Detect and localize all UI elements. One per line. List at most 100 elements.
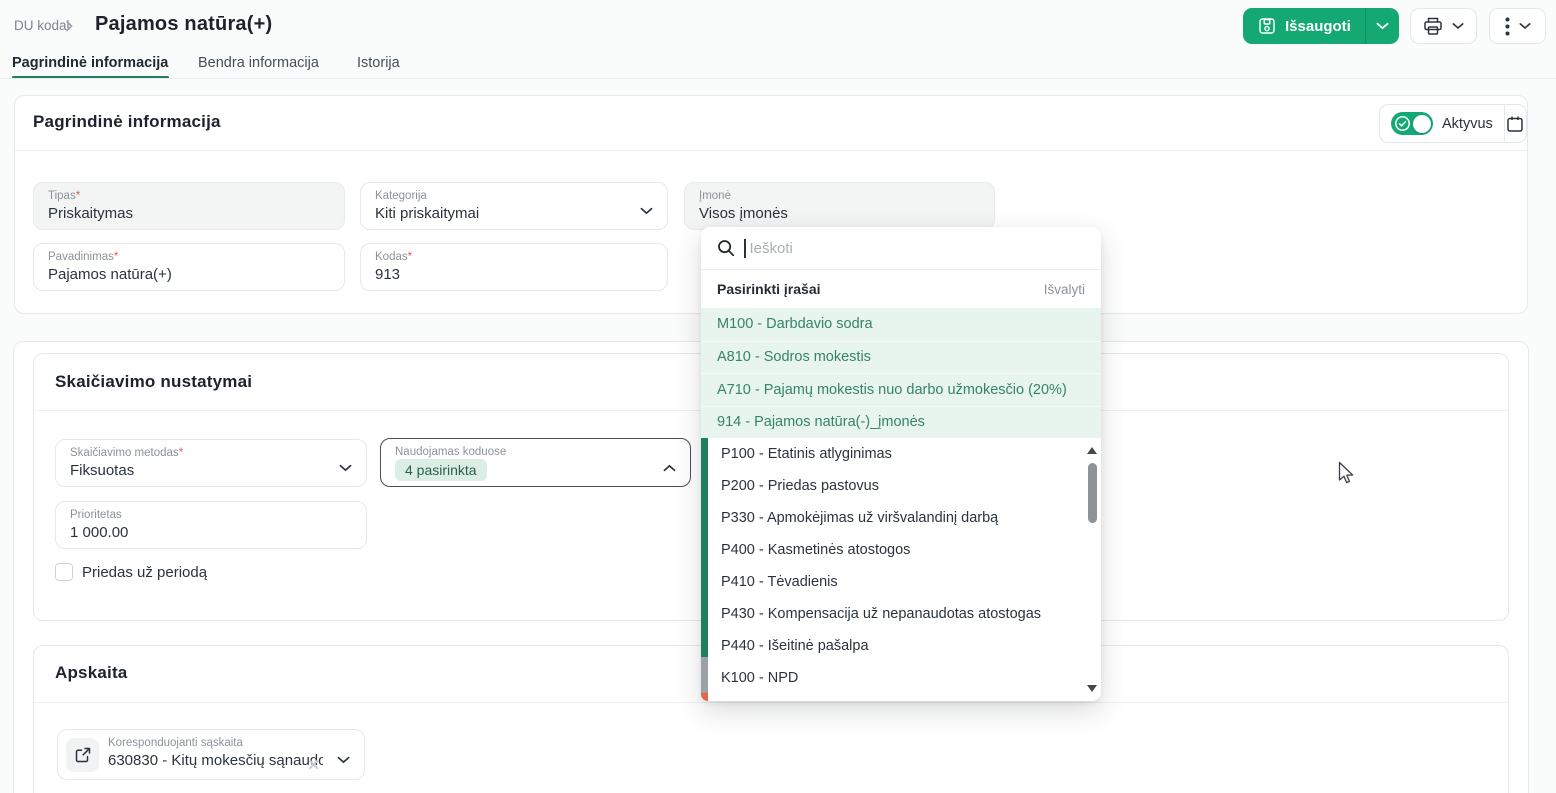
chevron-down-icon (1519, 22, 1531, 30)
toggle-knob (1413, 115, 1431, 133)
tab-istorija[interactable]: Istorija (357, 55, 400, 71)
kategorija-value: Kiti priskaitymai (375, 205, 653, 222)
calc-settings-title: Skaičiavimo nustatymai (55, 372, 252, 392)
tipas-label: Tipas (48, 190, 76, 202)
pavadinimas-field[interactable]: Pavadinimas* Pajamos natūra(+) (33, 243, 345, 291)
calendar-icon (1506, 115, 1524, 133)
list-item[interactable]: P200 - Priedas pastovus (708, 470, 1085, 502)
status-box: Aktyvus (1379, 104, 1527, 143)
active-toggle[interactable] (1391, 112, 1433, 135)
scrollbar[interactable] (1085, 438, 1100, 701)
save-icon (1258, 17, 1276, 35)
priedas-uz-perioda-checkbox[interactable] (55, 563, 73, 581)
chevron-down-icon (640, 202, 653, 220)
breadcrumb-chevron-icon (64, 19, 74, 37)
skaiciavimo-metodas-field[interactable]: Skaičiavimo metodas* Fiksuotas (55, 439, 367, 487)
codes-dropdown-panel: Pasirinkti įrašai Išvalyti M100 - Darbda… (701, 227, 1101, 701)
list-item-selected[interactable]: 914 - Pajamos natūra(-)_įmonės (701, 406, 1101, 439)
apskaita-title: Apskaita (55, 663, 127, 683)
more-actions-button[interactable] (1489, 8, 1546, 44)
required-mark: * (408, 251, 412, 263)
clear-selection-link[interactable]: Išvalyti (1044, 282, 1085, 297)
progress-segment-gray (701, 657, 708, 693)
koresponduojanti-saskaita-field[interactable]: Koresponduojanti sąskaita 630830 - Kitų … (57, 729, 365, 780)
list-item-selected[interactable]: A710 - Pajamų mokestis nuo darbo užmokes… (701, 373, 1101, 406)
chevron-down-icon (1452, 22, 1464, 30)
print-button[interactable] (1410, 8, 1477, 44)
kebab-menu-icon (1505, 17, 1510, 36)
required-mark: * (76, 190, 80, 202)
chevron-up-icon (663, 459, 676, 477)
metodas-value: Fiksuotas (70, 462, 352, 479)
scrollbar-thumb[interactable] (1088, 463, 1097, 523)
required-mark: * (114, 251, 118, 263)
list-item[interactable]: P400 - Kasmetinės atostogos (708, 534, 1085, 566)
validity-calendar-button[interactable] (1505, 115, 1526, 133)
list-item[interactable]: P440 - Išeitinė pašalpa (708, 630, 1085, 662)
koduose-label: Naudojamas koduose (395, 446, 676, 458)
main-info-card-title: Pagrindinė informacija (33, 112, 221, 132)
tab-pagrindine-informacija[interactable]: Pagrindinė informacija (12, 55, 168, 71)
prioritetas-value: 1 000.00 (70, 524, 352, 541)
kategorija-label: Kategorija (375, 190, 653, 202)
list-item[interactable]: P100 - Etatinis atlyginimas (708, 438, 1085, 470)
scroll-down-arrow[interactable] (1087, 685, 1097, 692)
pavadinimas-label: Pavadinimas (48, 251, 114, 263)
required-mark: * (179, 447, 183, 459)
tabs-divider (0, 78, 1556, 79)
prioritetas-label: Prioritetas (70, 509, 352, 521)
list-item-selected[interactable]: A810 - Sodros mokestis (701, 341, 1101, 374)
saskaita-label: Koresponduojanti sąskaita (108, 737, 323, 749)
chevron-down-icon (1376, 22, 1389, 30)
check-circle-icon (1394, 115, 1411, 137)
open-account-button[interactable] (66, 738, 99, 772)
dropdown-search-row (701, 227, 1101, 270)
list-progress-bar (701, 438, 708, 701)
search-input[interactable] (748, 239, 1086, 258)
selected-records-header: Pasirinkti įrašai Išvalyti (701, 270, 1101, 308)
card-header-divider (15, 150, 1527, 151)
list-item[interactable]: K100 - NPD (708, 662, 1085, 694)
chevron-down-icon (339, 459, 352, 477)
prioritetas-field[interactable]: Prioritetas 1 000.00 (55, 501, 367, 549)
kategorija-field[interactable]: Kategorija Kiti priskaitymai (360, 182, 668, 230)
save-button-label: Išsaugoti (1285, 18, 1351, 35)
active-toggle-label: Aktyvus (1442, 116, 1493, 132)
imone-label: Įmonė (699, 190, 980, 202)
metodas-label: Skaičiavimo metodas (70, 447, 179, 459)
clear-icon[interactable]: ✕ (307, 756, 320, 774)
save-button[interactable]: Išsaugoti (1243, 8, 1399, 44)
chevron-down-icon (337, 751, 350, 769)
kodas-field[interactable]: Kodas* 913 (360, 243, 668, 291)
pavadinimas-value: Pajamos natūra(+) (48, 266, 330, 283)
list-item[interactable]: P430 - Kompensacija už nepanaudotas atos… (708, 598, 1085, 630)
card-header-divider (34, 702, 1508, 703)
page: DU kodai Pajamos natūra(+) Pagrindinė in… (0, 0, 1556, 793)
list-item[interactable]: P330 - Apmokėjimas už viršvalandinį darb… (708, 502, 1085, 534)
imone-value: Visos įmonės (699, 205, 980, 222)
kodas-value: 913 (375, 266, 653, 283)
progress-segment-green (701, 438, 708, 657)
scroll-up-arrow[interactable] (1087, 447, 1097, 454)
printer-icon (1423, 17, 1443, 36)
selected-items-list: M100 - Darbdavio sodra A810 - Sodros mok… (701, 308, 1101, 438)
tipas-value: Priskaitymas (48, 205, 330, 222)
imone-field: Įmonė Visos įmonės (684, 182, 995, 230)
tab-bendra-informacija[interactable]: Bendra informacija (198, 55, 319, 71)
priedas-uz-perioda-label: Priedas už periodą (82, 564, 207, 581)
saskaita-value: 630830 - Kitų mokesčių sąnaudos (108, 752, 323, 769)
search-icon (717, 239, 735, 257)
selected-records-label: Pasirinkti įrašai (717, 281, 1044, 297)
list-item-selected[interactable]: M100 - Darbdavio sodra (701, 308, 1101, 341)
options-list: P100 - Etatinis atlyginimas P200 - Pried… (708, 438, 1085, 701)
kodas-label: Kodas (375, 251, 408, 263)
text-caret (744, 239, 746, 258)
page-title: Pajamos natūra(+) (95, 13, 272, 36)
naudojamas-koduose-field[interactable]: Naudojamas koduose 4 pasirinkta (380, 438, 691, 487)
selected-count-chip: 4 pasirinkta (395, 459, 487, 481)
list-item[interactable]: P410 - Tėvadienis (708, 566, 1085, 598)
tipas-field: Tipas* Priskaitymas (33, 182, 345, 230)
external-link-icon (75, 747, 91, 763)
save-options-button[interactable] (1366, 8, 1399, 44)
breadcrumb[interactable]: DU kodai (14, 18, 70, 33)
